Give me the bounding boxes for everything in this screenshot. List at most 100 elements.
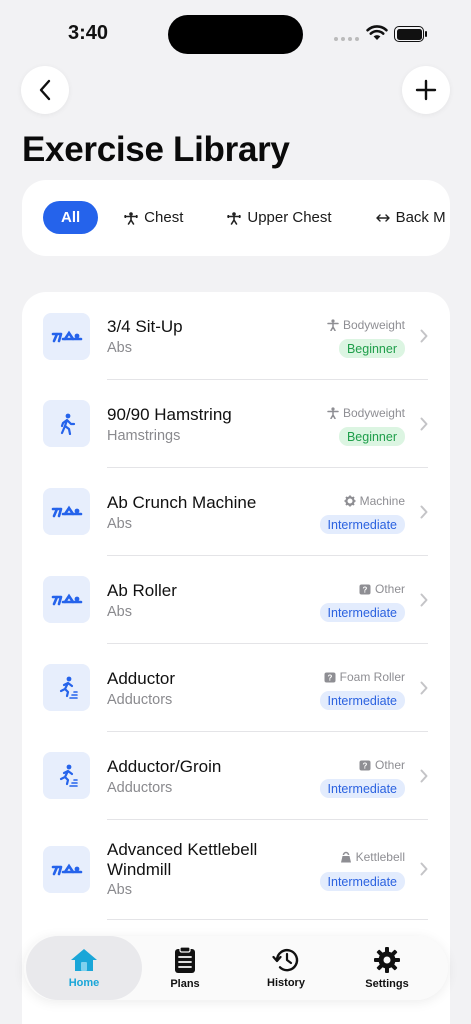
- situp-icon: [51, 863, 82, 875]
- filter-bar: All Chest Upper Chest Back M: [22, 180, 450, 256]
- kettlebell-icon: [340, 851, 351, 863]
- exercise-equipment: Bodyweight: [327, 406, 405, 420]
- stairs-icon: [59, 676, 78, 699]
- exercise-equipment: ? Foam Roller: [324, 670, 405, 684]
- chevron-right-icon: [420, 593, 428, 607]
- tab-home[interactable]: Home: [26, 936, 142, 1000]
- tab-label: Plans: [170, 978, 200, 990]
- arrows-horizontal-icon: [375, 213, 390, 222]
- gear-icon: [344, 495, 356, 507]
- filter-chip-back[interactable]: Back M: [375, 201, 446, 234]
- exercise-row[interactable]: Ab Crunch Machine Abs Machine Intermedia…: [22, 468, 450, 556]
- exercise-row[interactable]: 90/90 Hamstring Hamstrings Bodyweight Be…: [22, 380, 450, 468]
- situp-icon: [51, 505, 82, 517]
- svg-text:?: ?: [327, 673, 332, 682]
- row-divider: [107, 919, 428, 920]
- cellular-signal-icon: [334, 37, 359, 41]
- exercise-name: 3/4 Sit-Up: [107, 317, 183, 336]
- exercise-thumbnail: [43, 400, 90, 447]
- exercise-thumbnail: [43, 576, 90, 623]
- exercise-thumbnail: [43, 664, 90, 711]
- exercise-name: Advanced Kettlebell Windmill: [107, 840, 258, 879]
- dynamic-island: [168, 15, 303, 54]
- tab-label: Home: [68, 977, 100, 989]
- exercise-muscle: Abs: [107, 340, 132, 356]
- chevron-right-icon: [420, 329, 428, 343]
- exercise-muscle: Abs: [107, 516, 132, 532]
- stairs-icon: [59, 764, 78, 787]
- walking-icon: [60, 413, 75, 435]
- filter-chip-label: Back M: [395, 209, 446, 226]
- exercise-row[interactable]: 3/4 Sit-Up Abs Bodyweight Beginner: [22, 292, 450, 380]
- exercise-muscle: Adductors: [107, 780, 173, 796]
- level-badge: Intermediate: [319, 779, 405, 798]
- exercise-thumbnail: [43, 846, 90, 893]
- exercise-muscle: Hamstrings: [107, 428, 181, 444]
- tab-settings[interactable]: Settings: [337, 936, 437, 1000]
- clipboard-icon: [175, 946, 195, 973]
- exercise-thumbnail: [43, 752, 90, 799]
- home-icon: [71, 949, 97, 971]
- tab-label: Settings: [365, 978, 409, 990]
- tab-label: History: [267, 977, 305, 989]
- level-badge: Intermediate: [319, 603, 405, 622]
- tab-plans[interactable]: Plans: [135, 936, 235, 1000]
- person-icon: [327, 407, 339, 419]
- level-badge: Intermediate: [319, 691, 405, 710]
- question-box-icon: ?: [359, 760, 371, 770]
- back-button[interactable]: [21, 66, 69, 114]
- exercise-name: Adductor: [107, 669, 176, 688]
- gear-icon: [374, 947, 400, 973]
- exercise-muscle: Adductors: [107, 692, 173, 708]
- exercise-list: 3/4 Sit-Up Abs Bodyweight Beginner 90/90…: [22, 292, 450, 1024]
- plus-icon: [415, 79, 437, 101]
- exercise-row[interactable]: Adductor Adductors ? Foam Roller Interme…: [22, 644, 450, 732]
- filter-chip-chest[interactable]: Chest: [124, 201, 183, 234]
- svg-text:?: ?: [363, 585, 368, 594]
- page-title: Exercise Library: [22, 130, 290, 169]
- question-box-icon: ?: [324, 672, 336, 682]
- exercise-name: Adductor/Groin: [107, 757, 222, 776]
- exercise-equipment: Bodyweight: [327, 318, 405, 332]
- person-icon: [327, 319, 339, 331]
- history-icon: [272, 948, 299, 972]
- equipment-label: Kettlebell: [355, 850, 405, 864]
- chevron-right-icon: [420, 862, 428, 876]
- filter-chip-upper-chest[interactable]: Upper Chest: [227, 201, 332, 234]
- level-badge: Beginner: [338, 339, 405, 358]
- tab-bar: Home Plans History Settings: [24, 936, 448, 1000]
- wifi-icon: [366, 25, 388, 40]
- exercise-name: 90/90 Hamstring: [107, 405, 232, 424]
- add-exercise-button[interactable]: [402, 66, 450, 114]
- equipment-label: Other: [374, 758, 405, 772]
- exercise-muscle: Abs: [107, 882, 132, 898]
- question-box-icon: ?: [359, 584, 371, 594]
- chevron-right-icon: [420, 681, 428, 695]
- status-time: 3:40: [68, 22, 109, 44]
- exercise-equipment: Machine: [344, 494, 405, 508]
- level-badge: Beginner: [338, 427, 405, 446]
- filter-chip-all[interactable]: All: [43, 201, 99, 234]
- tab-history[interactable]: History: [236, 936, 336, 1000]
- level-badge: Intermediate: [319, 872, 405, 891]
- exercise-name: Ab Roller: [107, 581, 177, 600]
- exercise-row[interactable]: Adductor/Groin Adductors ? Other Interme…: [22, 732, 450, 820]
- exercise-row[interactable]: Ab Roller Abs ? Other Intermediate: [22, 556, 450, 644]
- chevron-left-icon: [39, 79, 51, 101]
- exercise-name: Ab Crunch Machine: [107, 493, 257, 512]
- equipment-label: Foam Roller: [339, 670, 405, 684]
- filter-chip-label: Upper Chest: [247, 209, 332, 226]
- status-bar: 3:40: [0, 0, 471, 60]
- situp-icon: [51, 330, 82, 342]
- exercise-row[interactable]: Advanced Kettlebell Windmill Abs Kettleb…: [22, 820, 450, 920]
- chevron-right-icon: [420, 505, 428, 519]
- weightlifter-icon: [124, 211, 138, 225]
- chevron-right-icon: [420, 769, 428, 783]
- exercise-thumbnail: [43, 313, 90, 360]
- exercise-equipment: ? Other: [359, 582, 405, 596]
- weightlifter-icon: [227, 211, 242, 225]
- situp-icon: [51, 593, 82, 605]
- filter-chip-label: Chest: [144, 209, 184, 226]
- exercise-equipment: ? Other: [359, 758, 405, 772]
- exercise-thumbnail: [43, 488, 90, 535]
